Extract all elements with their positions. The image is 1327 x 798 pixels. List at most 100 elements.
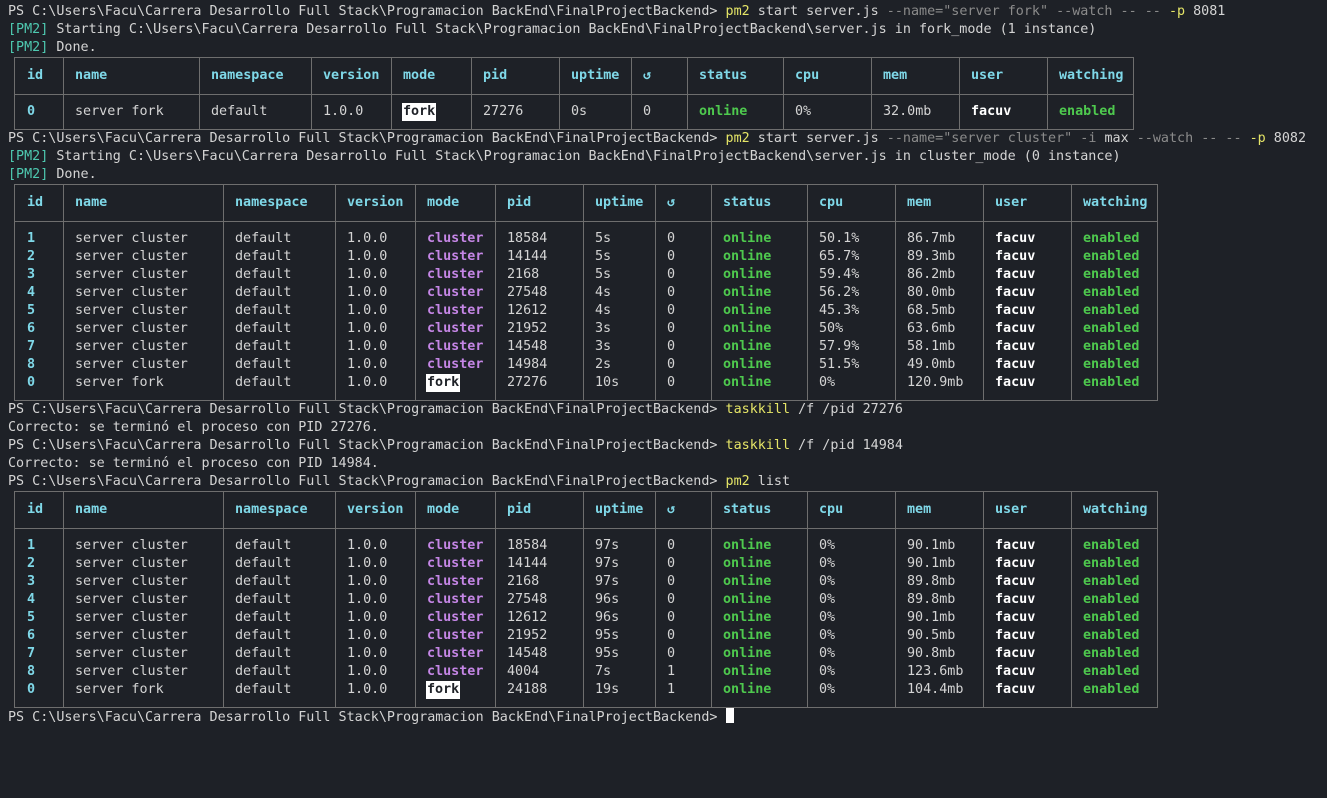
- cell-name: server cluster: [75, 303, 188, 318]
- cell-status: online: [723, 628, 772, 643]
- column-divider: [583, 492, 584, 707]
- column-divider: [895, 185, 896, 400]
- cell-namespace: default: [235, 285, 292, 300]
- cell-status: online: [723, 646, 772, 661]
- cell-id: 4: [27, 592, 36, 607]
- cell-namespace: default: [235, 664, 292, 679]
- cell-watching: enabled: [1083, 375, 1140, 390]
- cell-watching: enabled: [1083, 682, 1140, 697]
- cell-mode: fork: [426, 374, 461, 392]
- header-version: version: [347, 502, 404, 517]
- cell-id: 0: [27, 104, 36, 119]
- cell-restarts: 0: [667, 357, 676, 372]
- cell-status: online: [723, 339, 772, 354]
- prompt: PS C:\Users\Facu\Carrera Desarrollo Full…: [8, 710, 718, 725]
- cell-uptime: 96s: [595, 592, 620, 607]
- column-divider: [687, 58, 688, 129]
- column-divider: [391, 58, 392, 129]
- cell-name: server cluster: [75, 321, 188, 336]
- cell-uptime: 2s: [595, 357, 612, 372]
- cell-mode: cluster: [427, 556, 484, 571]
- cell-name: server cluster: [75, 556, 188, 571]
- cell-id: 1: [27, 231, 36, 246]
- cell-pid: 27276: [483, 104, 524, 119]
- column-divider: [711, 185, 712, 400]
- header-restarts: ↺: [643, 68, 652, 83]
- cell-uptime: 4s: [595, 303, 612, 318]
- cell-watching: enabled: [1083, 664, 1140, 679]
- cell-uptime: 10s: [595, 375, 620, 390]
- column-divider: [583, 185, 584, 400]
- cell-user: facuv: [995, 664, 1036, 679]
- cell-name: server cluster: [75, 646, 188, 661]
- header-name: name: [75, 195, 108, 210]
- column-divider: [559, 58, 560, 129]
- terminal[interactable]: PS C:\Users\Facu\Carrera Desarrollo Full…: [0, 0, 1327, 726]
- cell-user: facuv: [995, 267, 1036, 282]
- cell-user: facuv: [995, 249, 1036, 264]
- cell-id: 5: [27, 303, 36, 318]
- cell-cpu: 0%: [819, 592, 836, 607]
- cell-name: server fork: [75, 682, 164, 697]
- cell-uptime: 0s: [571, 104, 588, 119]
- command-args: start server.js: [757, 131, 879, 146]
- column-divider: [631, 58, 632, 129]
- cell-namespace: default: [235, 646, 292, 661]
- header-mode: mode: [427, 502, 460, 517]
- cell-pid: 18584: [507, 538, 548, 553]
- cell-user: facuv: [995, 538, 1036, 553]
- cell-watching: enabled: [1083, 339, 1140, 354]
- command: pm2: [725, 131, 750, 146]
- cell-status: online: [723, 321, 772, 336]
- cell-pid: 14144: [507, 556, 548, 571]
- cell-restarts: 0: [643, 104, 652, 119]
- cell-id: 2: [27, 249, 36, 264]
- cell-version: 1.0.0: [347, 321, 388, 336]
- cell-mode: cluster: [427, 303, 484, 318]
- cell-restarts: 0: [667, 321, 676, 336]
- process-table-3: id name namespace version mode pid uptime ↺ stat…: [14, 491, 1158, 708]
- cell-namespace: default: [235, 592, 292, 607]
- column-divider: [335, 185, 336, 400]
- cell-status: online: [723, 285, 772, 300]
- cell-namespace: default: [235, 375, 292, 390]
- input-line[interactable]: PS C:\Users\Facu\Carrera Desarrollo Full…: [8, 708, 1327, 726]
- cell-uptime: 5s: [595, 231, 612, 246]
- cell-namespace: default: [235, 682, 292, 697]
- cell-namespace: default: [235, 231, 292, 246]
- cell-pid: 18584: [507, 231, 548, 246]
- cell-mem: 123.6mb: [907, 664, 964, 679]
- pm2-tag: [PM2]: [8, 22, 49, 37]
- cell-mem: 104.4mb: [907, 682, 964, 697]
- cell-version: 1.0.0: [347, 339, 388, 354]
- header-id: id: [27, 68, 44, 83]
- cell-pid: 2168: [507, 267, 540, 282]
- cell-pid: 4004: [507, 664, 540, 679]
- cell-status: online: [723, 664, 772, 679]
- command-line-3: PS C:\Users\Facu\Carrera Desarrollo Full…: [8, 401, 1327, 419]
- cell-id: 7: [27, 646, 36, 661]
- cell-user: facuv: [971, 104, 1012, 119]
- output-text: Done.: [48, 167, 97, 182]
- cell-version: 1.0.0: [347, 664, 388, 679]
- header-mode: mode: [427, 195, 460, 210]
- cell-name: server cluster: [75, 267, 188, 282]
- cell-user: facuv: [995, 556, 1036, 571]
- cell-restarts: 0: [667, 375, 676, 390]
- column-divider: [807, 492, 808, 707]
- header-watching: watching: [1083, 195, 1148, 210]
- prompt: PS C:\Users\Facu\Carrera Desarrollo Full…: [8, 4, 718, 19]
- cell-watching: enabled: [1083, 592, 1140, 607]
- command-args: --name="server cluster": [886, 131, 1073, 146]
- cell-version: 1.0.0: [347, 556, 388, 571]
- cursor: [725, 708, 734, 723]
- cell-watching: enabled: [1083, 556, 1140, 571]
- output-text: Done.: [48, 40, 97, 55]
- cell-user: facuv: [995, 303, 1036, 318]
- cell-cpu: 0%: [819, 375, 836, 390]
- command: taskkill: [725, 402, 791, 417]
- header-version: version: [347, 195, 404, 210]
- cell-id: 7: [27, 339, 36, 354]
- cell-version: 1.0.0: [347, 646, 388, 661]
- column-divider: [223, 185, 224, 400]
